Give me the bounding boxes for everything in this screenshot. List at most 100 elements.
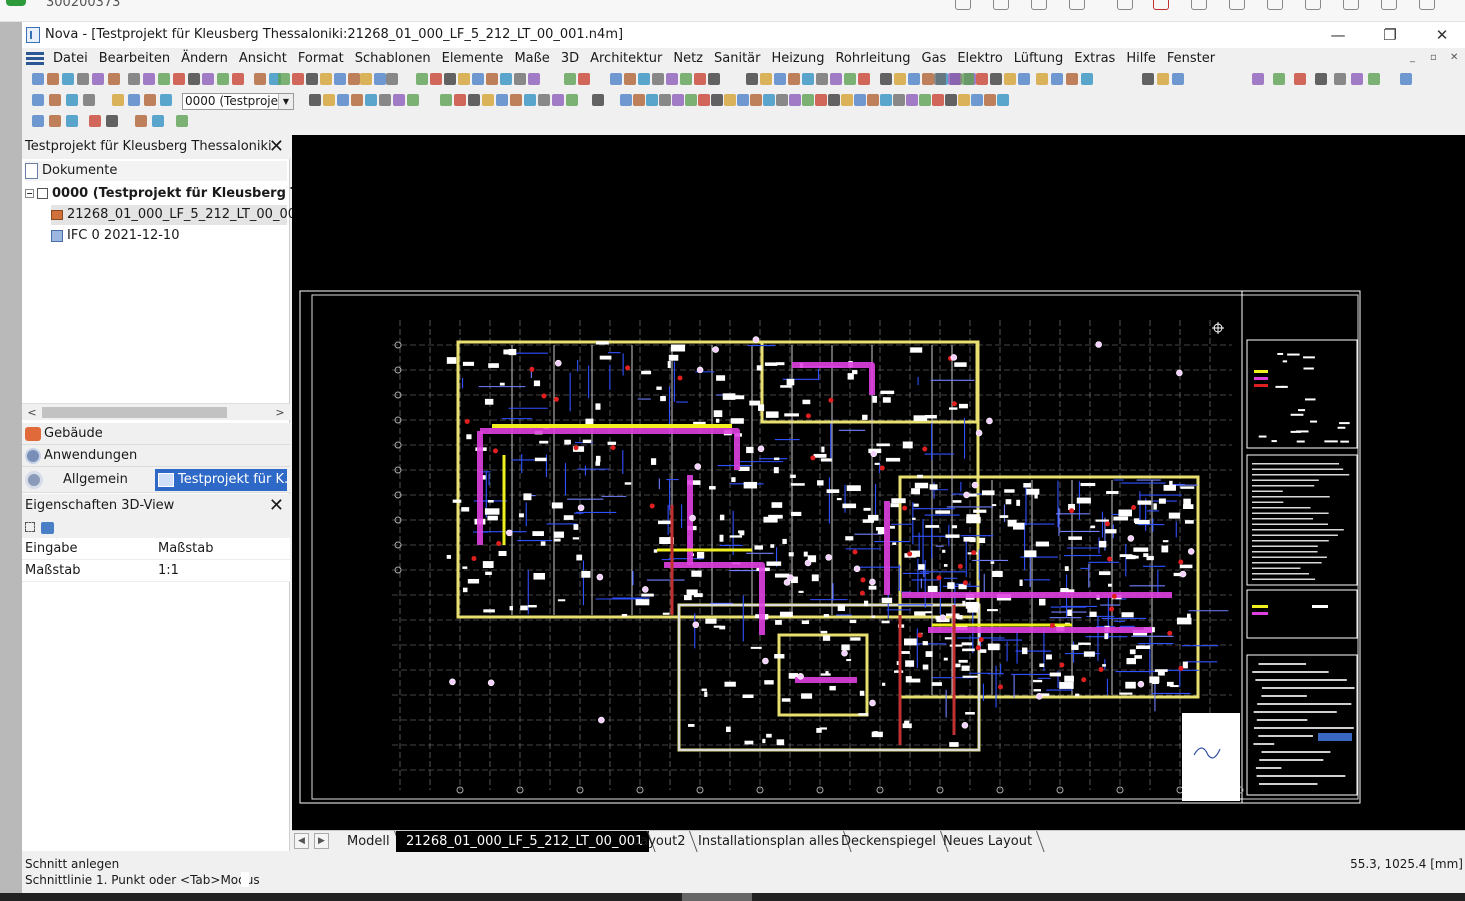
menu-item[interactable]: Ansicht [239, 51, 294, 66]
toolbar-tool-icon[interactable] [407, 94, 419, 106]
toolbar-tool-icon[interactable] [128, 94, 140, 106]
toolbar-tool-icon[interactable] [711, 94, 723, 106]
toolbar-tool-icon[interactable] [92, 73, 104, 85]
toolbar-tool-icon[interactable] [306, 73, 318, 85]
remote-monitor-icon-3[interactable] [1229, 0, 1245, 10]
menu-item[interactable]: Schablonen [355, 51, 438, 66]
toolbar-tool-icon[interactable] [685, 94, 697, 106]
toolbar-tool-icon[interactable] [592, 94, 604, 106]
toolbar-tool-icon[interactable] [566, 94, 578, 106]
toolbar-tool-icon[interactable] [552, 94, 564, 106]
project-tab-button[interactable]: Testprojekt für K... [155, 469, 287, 491]
remote-toolbar-icon-5[interactable] [1117, 0, 1133, 10]
nav-gebaeude[interactable]: Gebäude [22, 423, 290, 445]
toolbar-tool-icon[interactable] [919, 94, 931, 106]
tree-ifc-node[interactable]: IFC 0 2021-12-10 [51, 226, 179, 246]
toolbar-tool-icon[interactable] [430, 73, 442, 85]
toolbar-tool-icon[interactable] [188, 73, 200, 85]
menu-item[interactable]: Extras [1074, 51, 1122, 66]
toolbar-tool-icon[interactable] [880, 94, 892, 106]
chevron-down-icon[interactable]: ▼ [278, 94, 293, 109]
toolbar-tool-icon[interactable] [802, 73, 814, 85]
toolbar-tool-icon[interactable] [416, 73, 428, 85]
toolbar-tool-icon[interactable] [638, 73, 650, 85]
toolbar-tool-icon[interactable] [360, 73, 372, 85]
properties-view-icon[interactable] [41, 522, 54, 534]
toolbar-tool-icon[interactable] [1368, 73, 1380, 85]
toolbar-tool-icon[interactable] [482, 94, 494, 106]
toolbar-tool-icon[interactable] [984, 94, 996, 106]
toolbar-tool-icon[interactable] [374, 73, 386, 85]
toolbar-tool-icon[interactable] [971, 94, 983, 106]
toolbar-tool-icon[interactable] [1400, 73, 1412, 85]
prop-row-eingabe[interactable]: Eingabe Maßstab [22, 538, 290, 560]
close-properties-button[interactable]: ✕ [269, 494, 284, 518]
toolbar-tool-icon[interactable] [737, 94, 749, 106]
scroll-right-icon[interactable]: > [272, 404, 288, 421]
toolbar-tool-icon[interactable] [1081, 73, 1093, 85]
tree-drawing-node[interactable]: 21268_01_000_LF_5_212_LT_00_001 [51, 205, 304, 225]
toolbar-tool-icon[interactable] [708, 73, 720, 85]
toolbar-tool-icon[interactable] [440, 94, 452, 106]
toolbar-tool-icon[interactable] [158, 73, 170, 85]
toolbar-tool-icon[interactable] [789, 94, 801, 106]
toolbar-tool-icon[interactable] [524, 94, 536, 106]
prop-value[interactable]: Maßstab [158, 538, 213, 560]
toolbar-tool-icon[interactable] [1252, 73, 1264, 85]
menu-item[interactable]: 3D [561, 51, 586, 66]
toolbar-tool-icon[interactable] [1351, 73, 1363, 85]
toolbar-tool-icon[interactable] [128, 73, 140, 85]
toolbar-tool-icon[interactable] [202, 73, 214, 85]
toolbar-tool-icon[interactable] [774, 73, 786, 85]
toolbar-tool-icon[interactable] [379, 94, 391, 106]
layout-tab[interactable]: Modell [337, 831, 396, 852]
toolbar-tool-icon[interactable] [386, 73, 398, 85]
toolbar-tool-icon[interactable] [320, 73, 332, 85]
toolbar-tool-icon[interactable] [624, 73, 636, 85]
toolbar-tool-icon[interactable] [538, 94, 550, 106]
layout-tab[interactable]: Installationsplan alles [688, 831, 845, 852]
restore-button[interactable]: ❐ [1366, 22, 1414, 48]
menu-item[interactable]: Sanitär [714, 51, 767, 66]
toolbar-tool-icon[interactable] [77, 73, 89, 85]
menu-item[interactable]: Maße [514, 51, 556, 66]
toolbar-tool-icon[interactable] [49, 115, 61, 127]
toolbar-tool-icon[interactable] [47, 73, 59, 85]
toolbar-tool-icon[interactable] [633, 94, 645, 106]
toolbar-tool-icon[interactable] [393, 94, 405, 106]
drawing-canvas[interactable] [292, 135, 1465, 830]
toolbar-tool-icon[interactable] [1334, 73, 1346, 85]
toolbar-tool-icon[interactable] [62, 73, 74, 85]
remote-monitor-icon-active[interactable] [1153, 0, 1169, 10]
toolbar-tool-icon[interactable] [934, 73, 946, 85]
prop-value[interactable]: 1:1 [158, 560, 179, 582]
toolbar-tool-icon[interactable] [152, 115, 164, 127]
toolbar-tool-icon[interactable] [1157, 73, 1169, 85]
remote-display-icon[interactable] [1419, 0, 1435, 10]
toolbar-tool-icon[interactable] [1142, 73, 1154, 85]
remote-toolbar-icon-2[interactable] [993, 0, 1009, 10]
toolbar-tool-icon[interactable] [292, 73, 304, 85]
toolbar-tool-icon[interactable] [144, 94, 156, 106]
toolbar-tool-icon[interactable] [802, 94, 814, 106]
close-project-panel-button[interactable]: ✕ [269, 135, 284, 159]
toolbar-tool-icon[interactable] [514, 73, 526, 85]
toolbar-tool-icon[interactable] [32, 94, 44, 106]
toolbar-tool-icon[interactable] [278, 73, 290, 85]
close-window-button[interactable]: ✕ [1418, 22, 1465, 48]
toolbar-tool-icon[interactable] [334, 73, 346, 85]
floor-plan-drawing[interactable] [292, 135, 1465, 830]
menu-hamburger-icon[interactable] [26, 52, 44, 66]
tab-prev-icon[interactable]: ◀ [294, 833, 309, 849]
toolbar-tool-icon[interactable] [83, 94, 95, 106]
toolbar-tool-icon[interactable] [788, 73, 800, 85]
toolbar-tool-icon[interactable] [976, 73, 988, 85]
toolbar-tool-icon[interactable] [444, 73, 456, 85]
menu-item[interactable]: Lüftung [1014, 51, 1070, 66]
toolbar-tool-icon[interactable] [323, 94, 335, 106]
nav-anwendungen[interactable]: Anwendungen [22, 445, 290, 467]
toolbar-tool-icon[interactable] [922, 73, 934, 85]
remote-toolbar-icon-1[interactable] [955, 0, 971, 10]
scroll-left-icon[interactable]: < [24, 404, 40, 421]
toolbar-tool-icon[interactable] [309, 94, 321, 106]
